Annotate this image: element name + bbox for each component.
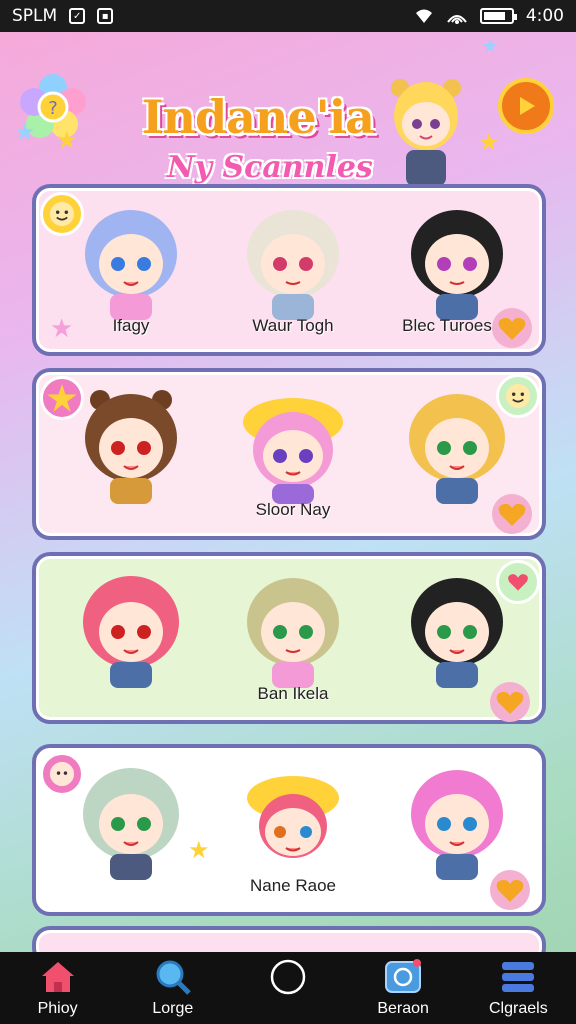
character-name: Sloor Nay xyxy=(255,500,331,519)
play-icon xyxy=(520,97,535,115)
nav-item-home[interactable]: Phioy xyxy=(8,952,108,1018)
character-name: Ban Ikela xyxy=(257,684,329,703)
heart-icon[interactable] xyxy=(490,306,534,350)
notification-icon: ✓ xyxy=(69,8,86,24)
home-icon xyxy=(41,962,74,992)
bottom-navigation: Phioy Lorge Beraon Clgraels xyxy=(0,952,576,1024)
star-icon: ★ xyxy=(188,836,210,864)
character-portrait[interactable] xyxy=(228,570,358,690)
character-portrait[interactable] xyxy=(228,386,358,506)
nav-label: Beraon xyxy=(377,1000,429,1017)
character-card[interactable]: Ifagy Waur Togh Blec Turoes ★ xyxy=(32,184,546,356)
nav-label: Clgraels xyxy=(489,1000,548,1017)
battery-icon xyxy=(479,8,517,24)
nav-item-menu[interactable]: Clgraels xyxy=(468,952,568,1018)
star-icon: ★ xyxy=(14,118,36,146)
menu-icon xyxy=(502,962,535,992)
nav-item-center[interactable] xyxy=(238,952,338,1000)
status-bar: SPLM ✓ ▪ 4:00 xyxy=(0,0,576,32)
nav-label: Lorge xyxy=(152,1000,194,1017)
character-portrait[interactable] xyxy=(66,386,196,506)
star-icon: ★ xyxy=(56,126,78,154)
star-icon: ★ xyxy=(478,128,500,156)
app-subtitle: Ny Scannles xyxy=(167,150,373,185)
search-icon xyxy=(156,960,191,995)
svg-text:?: ? xyxy=(48,98,58,119)
circle-icon xyxy=(270,959,306,995)
app-notification-icon: ▪ xyxy=(97,8,114,24)
heart-icon[interactable] xyxy=(490,492,534,536)
character-card[interactable]: Sloor Nay xyxy=(32,368,546,540)
heart-icon[interactable] xyxy=(488,680,532,724)
heart-badge-icon xyxy=(496,560,540,604)
signal-icon xyxy=(447,15,467,24)
nav-label: Phioy xyxy=(37,1000,78,1017)
carrier-text: SPLM xyxy=(12,6,58,26)
nav-item-search[interactable]: Lorge xyxy=(123,952,223,1018)
character-portrait[interactable] xyxy=(66,570,196,690)
camera-icon xyxy=(385,959,422,993)
header: ? ★ ★ ★ ★ Indane'ia Ny Scannles xyxy=(0,32,576,198)
character-portrait[interactable] xyxy=(228,762,358,882)
app-title: Indane'ia xyxy=(141,90,375,144)
smiley-badge-icon xyxy=(496,374,540,418)
character-card[interactable]: Nane Raoe ★ xyxy=(32,744,546,916)
play-button[interactable] xyxy=(498,78,554,134)
character-portrait[interactable] xyxy=(66,762,196,882)
clock: 4:00 xyxy=(525,6,564,26)
star-icon: ★ xyxy=(50,314,74,344)
nav-item-camera[interactable]: Beraon xyxy=(353,952,453,1018)
character-name: Nane Raoe xyxy=(249,876,336,895)
character-card[interactable]: Ban Ikela xyxy=(32,552,546,724)
wifi-icon xyxy=(415,9,432,23)
character-portrait[interactable] xyxy=(392,202,522,322)
character-portrait[interactable] xyxy=(66,202,196,322)
character-portrait[interactable] xyxy=(392,762,522,882)
character-name: Waur Togh xyxy=(252,316,334,335)
star-icon: ★ xyxy=(482,36,499,57)
mascot-character-image xyxy=(391,79,461,198)
heart-icon[interactable] xyxy=(488,868,532,912)
character-portrait[interactable] xyxy=(228,202,358,322)
